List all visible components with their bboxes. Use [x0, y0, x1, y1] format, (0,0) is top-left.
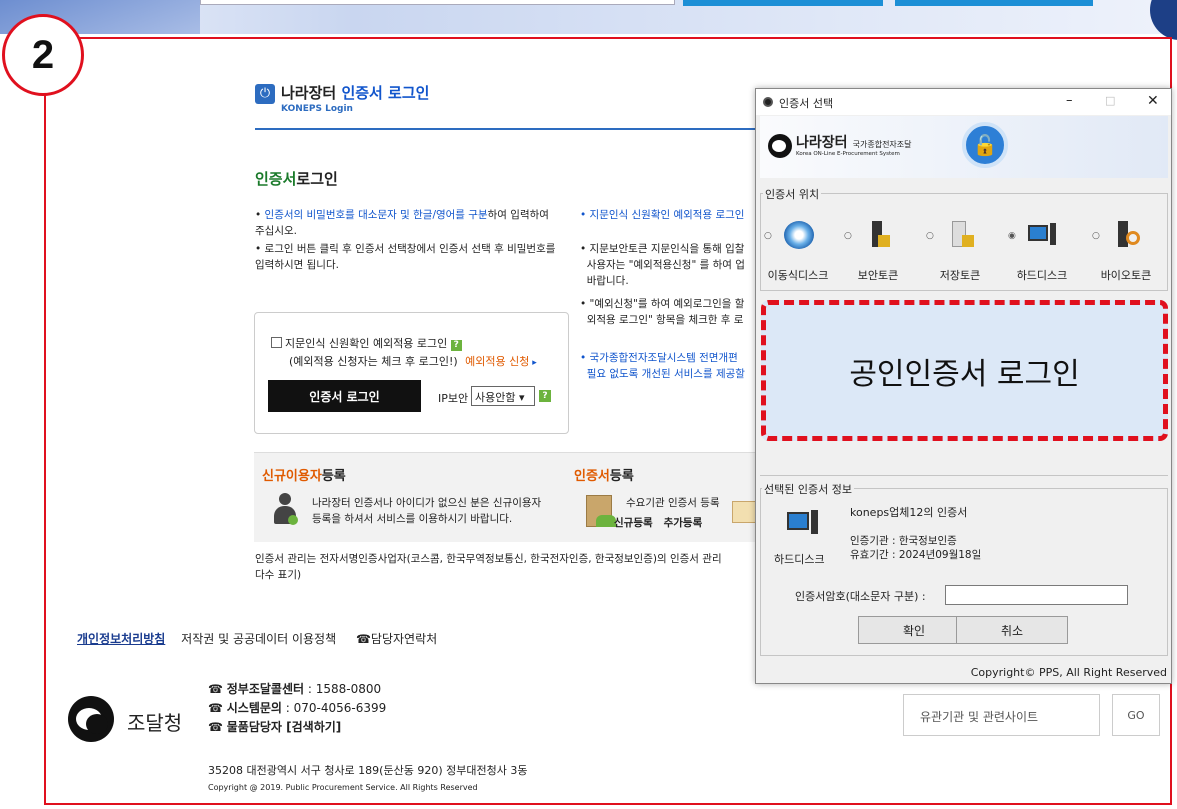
cert-login-overlay: 공인인증서 로그인	[761, 300, 1168, 441]
address: 35208 대전광역시 서구 청사로 189(둔산동 920) 정부대전청사 3…	[208, 764, 528, 777]
overlay-text: 공인인증서 로그인	[849, 356, 1080, 392]
location-storage-token[interactable]: ○ 저장토큰	[920, 221, 1000, 282]
copyright-policy-link[interactable]: 저작권 및 공공데이터 이용정책	[181, 632, 336, 646]
storage-token-icon	[946, 221, 976, 249]
brand-sub: Korea ON-Line E-Procurement System	[796, 151, 900, 157]
maximize-button[interactable]: □	[1105, 94, 1115, 107]
step-number-badge: 2	[2, 14, 84, 96]
cert-drive: 하드디스크	[774, 553, 825, 566]
location-hard-disk[interactable]: ◉ 하드디스크	[1002, 221, 1082, 282]
ip-security-select[interactable]: 사용안함 ▾	[471, 386, 535, 406]
lock-icon: 🔓	[962, 122, 1008, 168]
ip-help-icon[interactable]: ?	[539, 390, 551, 402]
password-input[interactable]	[945, 585, 1128, 605]
bullet-right-2: • 지문보안토큰 지문인식을 통해 입찰 사용자는 "예외적용신청" 를 하여 …	[580, 243, 745, 287]
help-icon[interactable]: ?	[450, 340, 462, 351]
cert-login-button[interactable]: 인증서 로그인	[268, 380, 421, 412]
cert-expiry: 유효기간 : 2024년09월18일	[850, 549, 982, 561]
phone-icon: ☎	[355, 632, 371, 646]
selected-info-label: 선택된 인증서 정보	[762, 481, 854, 497]
power-icon: ⏻	[255, 84, 275, 104]
checkbox-label: 지문인식 신원확인 예외적용 로그인	[285, 337, 448, 350]
cert-name: koneps업체12의 인증서	[850, 506, 968, 519]
exception-apply-link[interactable]: 예외적용 신청	[465, 355, 529, 368]
removable-disk-icon	[784, 221, 814, 249]
ip-label: IP보안	[438, 392, 469, 405]
bullet-right-4: • 국가종합전자조달시스템 전면개편 필요 없도록 개선된 서비스를 제공할	[580, 352, 745, 380]
login-title-main: 인증서 로그인	[341, 84, 430, 102]
cert-harddisk-icon	[787, 510, 821, 536]
contact-link[interactable]: 담당자연락처	[371, 632, 437, 646]
bio-token-icon	[1112, 221, 1142, 249]
related-sites-select[interactable]: 유관기관 및 관련사이트	[903, 694, 1100, 736]
naramarket-logo-icon	[768, 134, 792, 158]
login-title-sub: KONEPS Login	[281, 104, 353, 114]
contact-list: ☎ 정부조달콜센터 : 1588-0800 ☎ 시스템문의 : 070-4056…	[208, 680, 386, 737]
new-user-desc[interactable]: 나라장터 인증서나 아이디가 없으신 분은 신규이용자 등록을 하셔서 서비스를 …	[312, 495, 541, 527]
management-note: 인증서 관리는 전자서명인증사업자(코스콤, 한국무역정보통신, 한국전자인증,…	[255, 553, 722, 581]
pps-logo-icon	[68, 696, 114, 742]
location-removable-disk[interactable]: ○ 이동식디스크	[758, 221, 838, 282]
password-label: 인증서암호(대소문자 구분) :	[795, 590, 926, 603]
bullet-right-3: • "예외신청"를 하여 예외로그인을 할 외적용 로그인" 항목을 체크한 후…	[580, 298, 745, 326]
dialog-title: 인증서 선택	[779, 97, 834, 110]
location-label: 인증서 위치	[763, 186, 822, 202]
dialog-titlebar: 인증서 선택 – □ ✕	[756, 89, 1171, 115]
cert-reg-desc: 수요기관 인증서 등록	[626, 497, 720, 509]
top-banner	[0, 0, 1177, 40]
checkbox-note: (예외적용 신청자는 체크 후 로그인!)	[289, 355, 458, 368]
brand-small: 국가종합전자조달	[852, 140, 912, 149]
cert-add-register-link[interactable]: 추가등록	[664, 517, 703, 529]
location-security-token[interactable]: ○ 보안토큰	[838, 221, 918, 282]
hard-disk-icon	[1028, 221, 1058, 249]
exception-checkbox[interactable]	[271, 337, 282, 348]
dialog-banner: 나라장터 국가종합전자조달 Korea ON-Line E-Procuremen…	[760, 116, 1168, 178]
dialog-copyright: Copyright© PPS, All Right Reserved	[970, 666, 1167, 679]
login-header: ⏻ 나라장터 인증서 로그인 KONEPS Login	[255, 82, 775, 130]
security-token-icon	[864, 221, 894, 249]
bullet-left-2: • 로그인 버튼 클릭 후 인증서 선택창에서 인증서 선택 후 비밀번호를 입…	[255, 243, 556, 271]
brand-main: 나라장터	[796, 135, 848, 151]
cancel-button[interactable]: 취소	[956, 616, 1068, 644]
person-icon	[272, 493, 298, 527]
login-box: 지문인식 신원확인 예외적용 로그인 ? (예외적용 신청자는 체크 후 로그인…	[254, 312, 569, 434]
confirm-button[interactable]: 확인	[858, 616, 970, 644]
goods-manager-search[interactable]: ☎ 물품담당자 [검색하기]	[208, 718, 386, 737]
minimize-button[interactable]: –	[1066, 93, 1073, 108]
privacy-policy-link[interactable]: 개인정보처리방침	[77, 632, 165, 646]
bullet-left-1: • 인증서의 비밀번호를 대소문자 및 한글/영어를 구분하여 입력하여 주십시…	[255, 209, 549, 237]
close-button[interactable]: ✕	[1147, 93, 1159, 109]
dialog-app-icon	[763, 97, 773, 107]
section-title: 인증서로그인	[255, 170, 338, 188]
cert-issuer: 인증기관 : 한국정보인증	[850, 535, 957, 547]
cert-new-register-link[interactable]: 신규등록	[614, 517, 653, 529]
go-button[interactable]: GO	[1112, 694, 1160, 736]
location-bio-token[interactable]: ○ 바이오토큰	[1086, 221, 1166, 282]
org-name: 조달청	[127, 711, 183, 735]
registration-strip: 신규이용자등록 나라장터 인증서나 아이디가 없으신 분은 신규이용자 등록을 하…	[254, 452, 764, 542]
footer-copyright: Copyright @ 2019. Public Procurement Ser…	[208, 783, 478, 792]
login-title-prefix: 나라장터	[281, 84, 342, 102]
bullet-right-1: • 지문인식 신원확인 예외적용 로그인	[580, 209, 745, 221]
